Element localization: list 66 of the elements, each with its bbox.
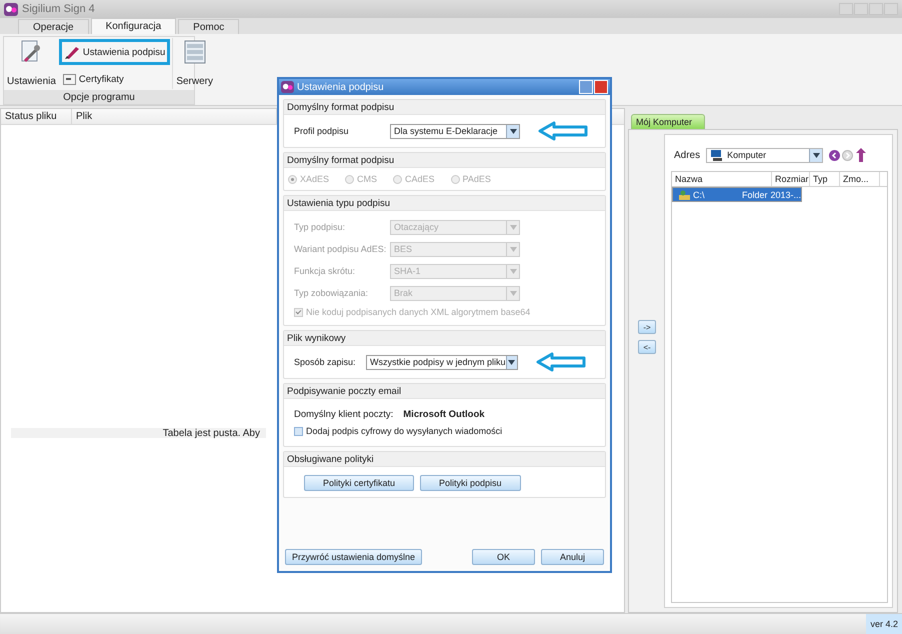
- policy-button[interactable]: Polityki podpisu: [420, 475, 521, 491]
- back-icon[interactable]: [829, 150, 840, 160]
- column-header[interactable]: Status pliku: [1, 109, 72, 124]
- dialog-title: Ustawienia podpisu: [297, 82, 384, 92]
- checkbox[interactable]: Dodaj podpis cyfrowy do wysyłanych wiadomości: [294, 426, 595, 436]
- computer-icon: [710, 150, 724, 160]
- file-type: Folder: [742, 190, 768, 200]
- group-title: Podpisywanie poczty email: [287, 386, 402, 396]
- group-title: Plik wynikowy: [287, 332, 346, 344]
- empty-message: Tabela jest pusta. Aby: [162, 428, 260, 438]
- address-dropdown[interactable]: Komputer: [706, 148, 824, 162]
- ribbon-button[interactable]: Ustawienia podpisu: [58, 39, 170, 65]
- transfer-button[interactable]: ->: [638, 320, 656, 334]
- panel-tab[interactable]: Mój Komputer: [631, 114, 706, 129]
- app-logo-icon: [281, 81, 294, 93]
- column-header[interactable]: Nazwa: [672, 172, 772, 186]
- dropdown[interactable]: Wszystkie podpisy w jednym pliku: [366, 354, 518, 370]
- group-title: Obsługiwane polityki: [287, 454, 374, 464]
- policy-button[interactable]: Polityki certyfikatu: [304, 475, 414, 491]
- group-title: Ustawienia typu podpisu: [287, 198, 390, 208]
- field-label: Typ zobowiązania:: [294, 288, 370, 298]
- ribbon-tab[interactable]: Pomoc: [178, 19, 240, 34]
- up-arrow-icon[interactable]: [855, 147, 868, 163]
- pen-icon: [64, 45, 80, 59]
- group-title: Domyślny format podpisu: [287, 154, 394, 166]
- field-label: Profil podpisu: [294, 126, 350, 136]
- version-label: ver 4.2: [866, 614, 902, 634]
- chevron-down-icon: [812, 152, 820, 158]
- document-wrench-icon: [20, 40, 42, 64]
- column-header[interactable]: Typ: [810, 172, 840, 186]
- transfer-button[interactable]: <-: [638, 340, 656, 354]
- window-title: Sigilium Sign 4: [22, 3, 95, 15]
- group-title: Domyślny format podpisu: [287, 102, 394, 112]
- ribbon-tab[interactable]: Konfiguracja: [90, 18, 176, 34]
- ribbon-button[interactable]: Serwery: [175, 38, 214, 89]
- chevron-down-icon: [510, 290, 516, 296]
- address-label: Adres: [674, 150, 700, 160]
- field-label: Funkcja skrótu:: [294, 266, 356, 276]
- ribbon-button[interactable]: Certyfikaty: [58, 71, 170, 88]
- callout-arrow: [536, 352, 586, 372]
- field-label: Typ podpisu:: [294, 222, 346, 232]
- callout-arrow: [538, 121, 588, 141]
- field-label: Wariant podpisu AdES:: [294, 244, 388, 254]
- column-header[interactable]: Rozmiar: [772, 172, 810, 186]
- app-logo-icon: [4, 2, 18, 16]
- chevron-down-icon: [508, 360, 516, 364]
- certificate-icon: [62, 74, 76, 85]
- ribbon-tab[interactable]: Operacje: [18, 19, 89, 34]
- file-name: C:\: [693, 190, 705, 200]
- reset-button[interactable]: Przywróć ustawienia domyślne: [285, 549, 422, 565]
- field-label: Domyślny klient poczty:: [294, 409, 394, 420]
- ok-button[interactable]: OK: [472, 549, 535, 565]
- server-rack-icon: [184, 40, 206, 64]
- file-date: 2013-...: [770, 190, 801, 200]
- group-label: Opcje programu: [4, 90, 194, 104]
- field-value: Microsoft Outlook: [403, 409, 485, 420]
- chevron-down-icon: [510, 246, 516, 252]
- chevron-down-icon: [510, 128, 516, 134]
- folder-row[interactable]: C:\ Folder 2013-...: [672, 187, 802, 202]
- ribbon-button[interactable]: Ustawienia: [6, 38, 57, 89]
- dropdown[interactable]: Dla systemu E-Deklaracje: [390, 124, 520, 138]
- chevron-down-icon: [510, 268, 516, 274]
- chevron-down-icon: [510, 224, 516, 230]
- drive-icon: [679, 190, 690, 200]
- column-header[interactable]: Zmo...: [840, 172, 880, 186]
- cancel-button[interactable]: Anuluj: [540, 549, 604, 565]
